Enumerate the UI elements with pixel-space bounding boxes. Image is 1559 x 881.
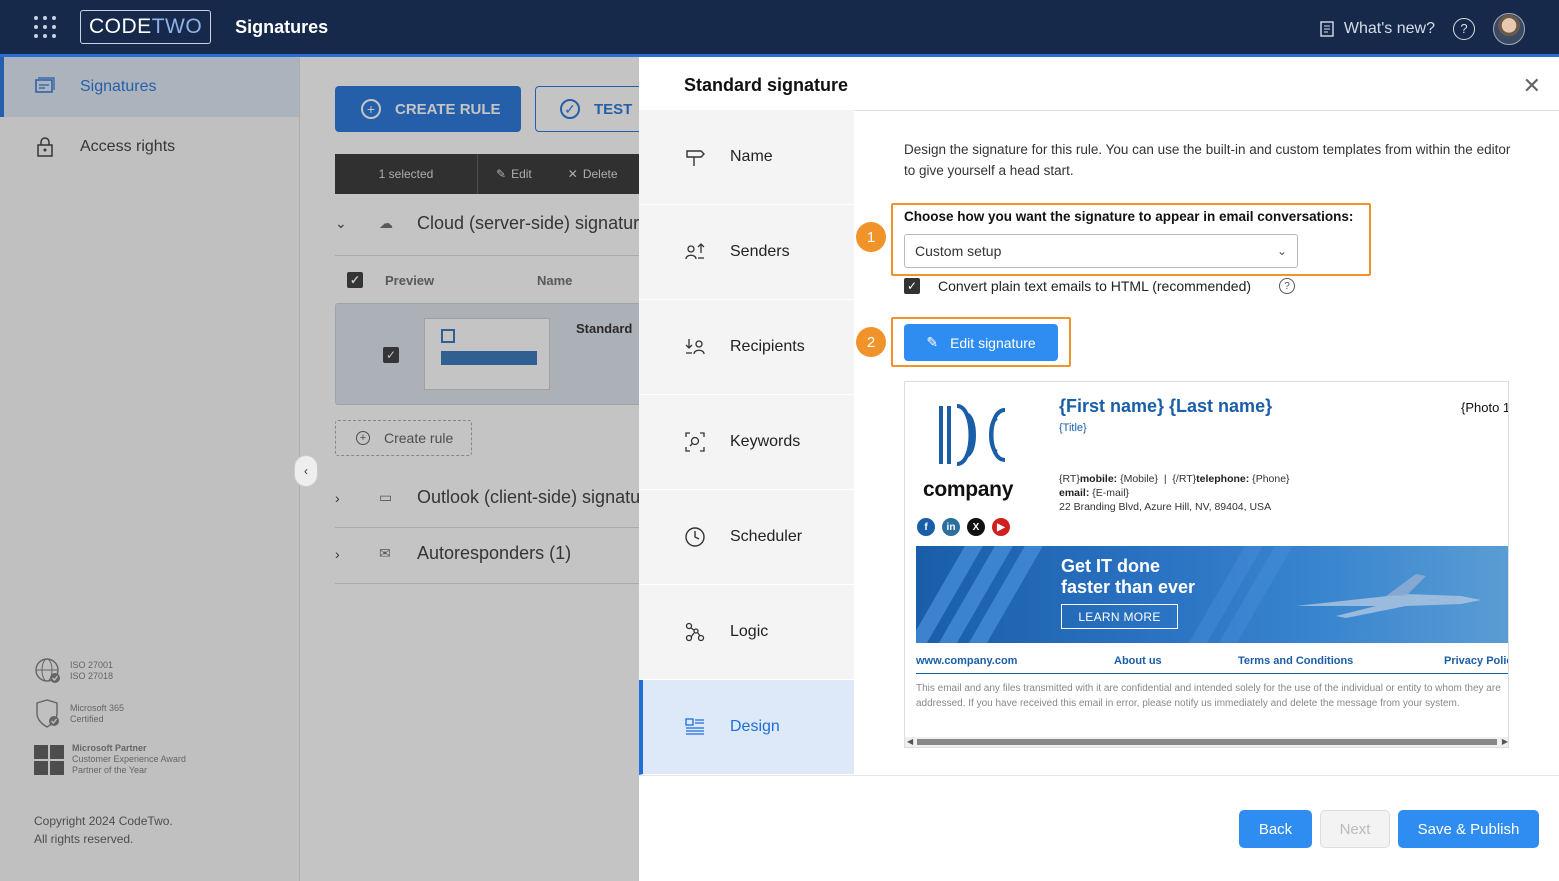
youtube-icon[interactable]: ▶	[992, 518, 1010, 536]
chevron-down-icon: ⌄	[1276, 244, 1287, 258]
step-label: Logic	[730, 623, 769, 640]
step-badge-1: 1	[856, 222, 886, 252]
step-scheduler[interactable]: Scheduler	[639, 490, 854, 585]
link-terms[interactable]: Terms and Conditions	[1238, 655, 1353, 667]
help-icon[interactable]: ?	[1279, 278, 1296, 294]
facebook-icon[interactable]: f	[917, 518, 935, 536]
step-label: Senders	[730, 243, 790, 260]
recipients-icon	[684, 336, 706, 358]
chevron-left-icon: ‹	[304, 464, 308, 478]
preview-scrollbar[interactable]: ◀ ▶	[905, 737, 1508, 747]
divider	[639, 775, 1559, 776]
conversation-mode-select[interactable]: Custom setup ⌄	[904, 234, 1298, 268]
app-launcher-icon[interactable]	[34, 16, 56, 38]
scroll-left-icon[interactable]: ◀	[907, 737, 913, 746]
modal-overlay[interactable]	[0, 57, 640, 881]
signature-photo-placeholder: {Photo 1	[1461, 400, 1509, 415]
telephone-label: telephone:	[1196, 473, 1250, 485]
design-description: Design the signature for this rule. You …	[904, 142, 1511, 178]
next-button[interactable]: Next	[1320, 810, 1390, 848]
convert-html-option[interactable]: ✓ Convert plain text emails to HTML (rec…	[904, 278, 1296, 294]
step-design[interactable]: Design	[639, 680, 854, 775]
signature-contact: {RT}mobile: {Mobile} | {/RT}telephone: {…	[1059, 472, 1290, 514]
signature-disclaimer: This email and any files transmitted wit…	[916, 683, 1501, 709]
panel-title: Standard signature	[684, 75, 849, 95]
conversation-mode-label: Choose how you want the signature to app…	[904, 209, 1354, 224]
app-title: Signatures	[235, 16, 329, 37]
social-icons: f in X ▶	[917, 518, 1010, 536]
close-icon[interactable]: ✕	[1523, 75, 1541, 97]
step-label: Design	[730, 718, 780, 735]
divider	[854, 110, 1559, 111]
linkedin-icon[interactable]: in	[942, 518, 960, 536]
step-label: Recipients	[730, 338, 805, 355]
scroll-right-icon[interactable]: ▶	[1502, 737, 1508, 746]
codetwo-logo: CODE TWO	[80, 10, 212, 44]
whats-new-label: What's new?	[1343, 19, 1435, 37]
jet-image	[1296, 574, 1481, 618]
mobile-label: mobile:	[1079, 473, 1118, 485]
step-keywords[interactable]: Keywords	[639, 395, 854, 490]
pencil-icon: ✎	[926, 334, 939, 350]
back-button[interactable]: Back	[1239, 810, 1312, 848]
telephone-value: {Phone}	[1249, 473, 1290, 485]
save-publish-button[interactable]: Save & Publish	[1398, 810, 1539, 848]
edit-signature-label: Edit signature	[950, 334, 1036, 351]
link-privacy[interactable]: Privacy Polic	[1444, 655, 1508, 667]
convert-html-label: Convert plain text emails to HTML (recom…	[938, 278, 1252, 294]
link-website[interactable]: www.company.com	[916, 655, 1017, 667]
step-badge-2: 2	[856, 327, 886, 357]
email-label: email:	[1059, 487, 1090, 499]
clock-icon	[684, 526, 706, 548]
step-senders[interactable]: Senders	[639, 205, 854, 300]
signature-banner[interactable]: Get IT done faster than ever LEARN MORE	[916, 546, 1508, 643]
link-about[interactable]: About us	[1114, 655, 1162, 667]
banner-headline: Get IT done faster than ever	[1061, 556, 1195, 598]
whats-new-button[interactable]: What's new?	[1318, 20, 1435, 38]
address: 22 Branding Blvd, Azure Hill, NV, 89404,…	[1059, 501, 1272, 513]
step-logic[interactable]: Logic	[639, 585, 854, 680]
step-label: Name	[730, 148, 773, 165]
company-wordmark: company	[923, 478, 1014, 501]
divider	[916, 673, 1508, 674]
signature-title: {Title}	[1059, 422, 1087, 434]
signature-preview[interactable]: company f in X ▶ {First name} {Last name…	[904, 381, 1509, 748]
signature-name: {First name} {Last name}	[1059, 396, 1273, 416]
news-icon	[1320, 20, 1334, 37]
step-label: Keywords	[730, 433, 801, 450]
email-value: {E-mail}	[1089, 487, 1130, 499]
keywords-icon	[684, 431, 706, 453]
senders-icon	[684, 241, 706, 263]
signpost-icon	[684, 146, 706, 168]
collapse-sidebar-button[interactable]: ‹	[294, 455, 318, 487]
contact-tag: {RT}	[1059, 473, 1080, 485]
rule-editor-panel: Standard signature ✕ Name Senders Recipi…	[639, 57, 1559, 881]
top-bar: CODE TWO Signatures What's new? ?	[0, 0, 1559, 57]
scrollbar-thumb[interactable]	[917, 739, 1497, 745]
banner-line: Get IT done	[1061, 556, 1160, 576]
edit-signature-button[interactable]: ✎ Edit signature	[904, 324, 1058, 361]
step-label: Scheduler	[730, 528, 803, 545]
design-icon	[684, 716, 706, 738]
select-value: Custom setup	[915, 243, 1002, 259]
mobile-value: {Mobile} | {/RT}	[1117, 473, 1197, 485]
convert-html-checkbox[interactable]: ✓	[904, 278, 920, 294]
help-icon[interactable]: ?	[1453, 17, 1475, 40]
logic-icon	[684, 621, 706, 643]
step-name[interactable]: Name	[639, 110, 854, 205]
x-twitter-icon[interactable]: X	[967, 518, 985, 536]
step-nav: Name Senders Recipients Keywords Schedul…	[639, 110, 854, 775]
step-recipients[interactable]: Recipients	[639, 300, 854, 395]
banner-line: faster than ever	[1061, 577, 1196, 597]
company-logo-icon	[939, 404, 1006, 466]
learn-more-button[interactable]: LEARN MORE	[1061, 604, 1178, 629]
user-avatar[interactable]	[1493, 12, 1525, 45]
